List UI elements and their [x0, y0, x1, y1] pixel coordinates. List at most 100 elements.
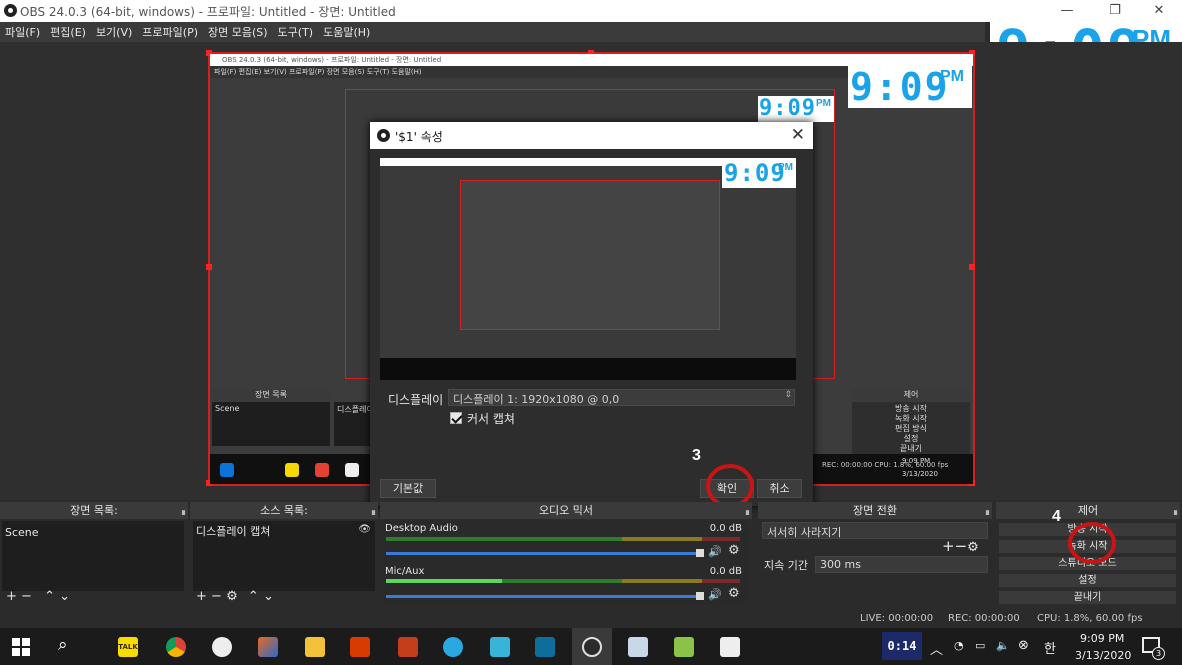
gear-icon[interactable]: ⚙ — [728, 543, 740, 558]
dock-float-icon[interactable]: ▗ — [983, 502, 989, 519]
resize-handle[interactable] — [206, 264, 212, 270]
resize-handle[interactable] — [969, 264, 975, 270]
transition-select-value: 서서히 사라지기 — [767, 526, 842, 539]
dock-float-icon[interactable]: ▗ — [369, 502, 375, 519]
desktop-audio-volume-knob[interactable] — [696, 549, 704, 557]
menu-tools[interactable]: 도구(T) — [273, 22, 319, 42]
display-select[interactable]: 디스플레이 1: 1920x1080 @ 0,0 ⇕ — [448, 389, 795, 406]
move-up-icon[interactable]: ⌃ — [44, 589, 55, 604]
menu-edit[interactable]: 편집(E) — [45, 22, 91, 42]
nested-ctrl-item: 끝내기 — [899, 444, 923, 453]
cpu-status: CPU: 1.8%, 60.00 fps — [1037, 613, 1143, 624]
dock-float-icon[interactable]: ▗ — [1171, 502, 1177, 519]
scene-item[interactable]: Scene — [5, 526, 39, 539]
step-4-label: 4 — [1052, 508, 1061, 525]
kakaotalk-icon[interactable]: TALK — [118, 637, 138, 657]
visibility-eye-icon[interactable]: 👁 — [358, 524, 371, 535]
track-desktop-audio-name: Desktop Audio — [385, 523, 458, 534]
wifi-icon[interactable]: ◔ — [954, 639, 964, 652]
mic-volume-knob[interactable] — [696, 592, 704, 600]
obs-taskbar-icon[interactable] — [582, 637, 602, 657]
duration-label: 지속 기간 — [764, 559, 808, 572]
sources-dock-title-text: 소스 목록: — [260, 504, 308, 517]
nested-control-title: 제어 — [852, 389, 970, 401]
calendar-app-icon[interactable] — [490, 637, 510, 657]
dialog-close-icon[interactable]: ✕ — [791, 125, 805, 145]
nested-menu-text: 파일(F) 편집(E) 보기(V) 프로파일(P) 장면 모음(S) 도구(T)… — [214, 68, 422, 76]
sources-dock-title: 소스 목록: ▗ — [190, 502, 378, 519]
file-explorer-icon[interactable] — [305, 637, 325, 657]
windows-start-icon[interactable] — [12, 638, 30, 656]
mic-volume-slider[interactable] — [386, 595, 702, 598]
obs-screen: OBS 24.0.3 (64-bit, windows) - 프로파일: Unt… — [0, 0, 1182, 665]
capture-tool-icon[interactable] — [720, 637, 740, 657]
mic-meter-red — [702, 579, 740, 583]
exit-button[interactable]: 끝내기 — [998, 590, 1177, 605]
cursor-app-icon[interactable] — [443, 637, 463, 657]
photo-app-icon[interactable] — [628, 637, 648, 657]
nested-talk-icon — [285, 463, 299, 477]
transition-gear-icon[interactable]: ⚙ — [967, 540, 979, 555]
dialog-preview-nested — [460, 180, 720, 330]
show-hidden-icons-chevron-icon[interactable]: ︿ — [930, 639, 943, 658]
dock-float-icon[interactable]: ▗ — [179, 502, 185, 519]
add-scene-icon[interactable]: + — [6, 589, 17, 604]
remove-transition-icon[interactable]: − — [955, 537, 968, 555]
book-app-icon[interactable] — [535, 637, 555, 657]
powerpoint-icon[interactable] — [398, 637, 418, 657]
windows-taskbar: ⌕ TALK 0:14 ︿ ◔ ▭ 🔈 ⊗ 한 9:09 PM 3/13/202… — [0, 628, 1182, 665]
add-transition-icon[interactable]: + — [942, 537, 955, 555]
taskbar-time[interactable]: 9:09 PM — [1080, 632, 1124, 645]
menu-scene-collection[interactable]: 장면 모음(S) — [203, 22, 273, 42]
source-settings-gear-icon[interactable]: ⚙ — [226, 589, 238, 604]
menu-help[interactable]: 도움말(H) — [318, 22, 375, 42]
dialog-preview: 9:09 PM — [380, 158, 796, 380]
move-down-icon[interactable]: ⌄ — [263, 589, 274, 604]
menu-file[interactable]: 파일(F) — [0, 22, 45, 42]
move-down-icon[interactable]: ⌄ — [59, 589, 70, 604]
add-source-icon[interactable]: + — [196, 589, 207, 604]
scenes-list[interactable]: Scene — [2, 521, 184, 591]
timer-badge[interactable]: 0:14 — [882, 632, 922, 660]
select-arrows-icon: ⇕ — [784, 390, 792, 400]
notification-count: 3 — [1152, 647, 1165, 660]
ime-indicator[interactable]: 한 — [1044, 638, 1056, 657]
stack-app-icon[interactable] — [674, 637, 694, 657]
cancel-button[interactable]: 취소 — [757, 479, 802, 498]
speaker-icon[interactable]: 🔊 — [708, 545, 722, 558]
office-icon[interactable] — [350, 637, 370, 657]
window-title: OBS 24.0.3 (64-bit, windows) - 프로파일: Unt… — [20, 5, 396, 19]
move-up-icon[interactable]: ⌃ — [248, 589, 259, 604]
nested-chrome-icon — [315, 463, 329, 477]
nested-clock-2-time: 9:09 — [759, 96, 816, 121]
battery-icon[interactable]: ▭ — [975, 639, 985, 652]
volume-icon[interactable]: 🔈 — [996, 639, 1010, 652]
menu-profile[interactable]: 프로파일(P) — [137, 22, 203, 42]
desktop-audio-meter-red — [702, 537, 740, 541]
controls-dock-title-text: 제어 — [1077, 504, 1099, 517]
defaults-button[interactable]: 기본값 — [380, 479, 436, 498]
chrome-icon[interactable] — [166, 637, 186, 657]
remove-source-icon[interactable]: − — [211, 589, 222, 604]
nested-clock: 9:09 PM — [848, 66, 972, 108]
settings-button[interactable]: 설정 — [998, 573, 1177, 588]
capture-cursor-checkbox[interactable] — [450, 412, 462, 424]
duration-spinbox[interactable]: 300 ms — [815, 556, 988, 573]
matlab-icon[interactable] — [258, 637, 278, 657]
gear-icon[interactable]: ⚙ — [728, 586, 740, 601]
sources-list[interactable]: 디스플레이 캡쳐 👁 — [193, 521, 375, 591]
dock-float-icon[interactable]: ▗ — [743, 502, 749, 519]
scenes-toolbar: + − ⌃ ⌄ — [6, 589, 70, 604]
desktop-audio-volume-slider[interactable] — [386, 552, 702, 555]
dialog-preview-clock: 9:09 PM — [722, 158, 796, 188]
search-icon[interactable]: ⌕ — [58, 635, 68, 655]
nested-control-panel: 방송 시작 녹화 시작 편집 방식 설정 끝내기 — [852, 402, 970, 458]
taskbar-date[interactable]: 3/13/2020 — [1075, 649, 1131, 662]
nested-clock-2: 9:09 PM — [758, 96, 834, 122]
app-icon[interactable] — [212, 637, 232, 657]
menu-view[interactable]: 보기(V) — [91, 22, 137, 42]
speaker-icon[interactable]: 🔊 — [708, 588, 722, 601]
source-item[interactable]: 디스플레이 캡쳐 — [196, 523, 270, 539]
close-circle-icon[interactable]: ⊗ — [1018, 638, 1029, 653]
remove-scene-icon[interactable]: − — [21, 589, 32, 604]
